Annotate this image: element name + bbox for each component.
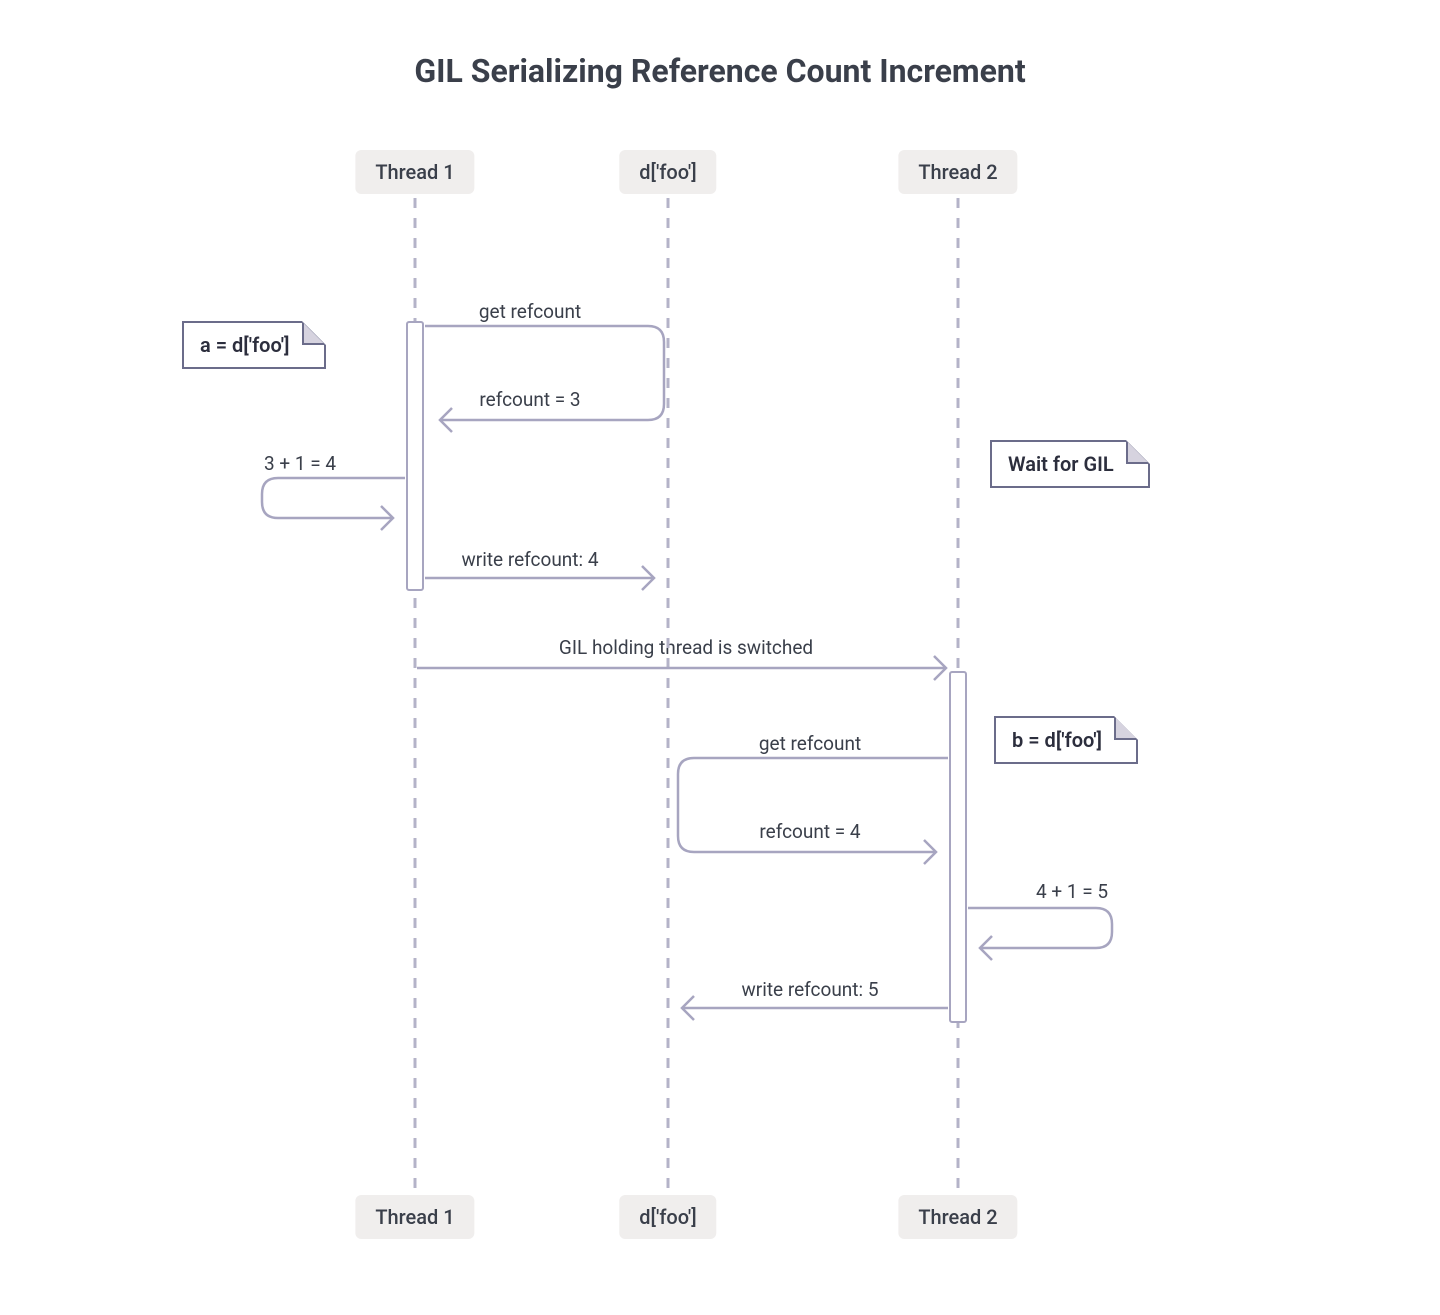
arrowhead-gil-switch bbox=[934, 656, 946, 680]
note-a-assign: a = d['foo'] bbox=[182, 321, 326, 369]
lane-dfoo-bottom: d['foo'] bbox=[619, 1195, 716, 1239]
label-get-refcount-1: get refcount bbox=[479, 300, 581, 323]
arrowhead-write-5 bbox=[682, 996, 694, 1020]
label-write-refcount-4: write refcount: 4 bbox=[461, 548, 598, 571]
label-calc-1: 3 + 1 = 4 bbox=[264, 452, 336, 475]
lane-thread2-bottom: Thread 2 bbox=[898, 1195, 1017, 1239]
lane-thread1-top: Thread 1 bbox=[355, 150, 474, 194]
arrow-calc-1 bbox=[262, 478, 405, 518]
arrow-calc-2 bbox=[968, 908, 1112, 948]
lane-dfoo-top: d['foo'] bbox=[619, 150, 716, 194]
label-refcount-eq-4: refcount = 4 bbox=[759, 820, 860, 843]
lane-thread2-top: Thread 2 bbox=[898, 150, 1017, 194]
arrowhead-refcount-3 bbox=[440, 408, 452, 432]
note-a-assign-text: a = d['foo'] bbox=[200, 333, 290, 357]
activation-thread1 bbox=[407, 322, 423, 590]
lane-thread1-bottom: Thread 1 bbox=[355, 1195, 474, 1239]
arrowhead-calc-2 bbox=[980, 936, 992, 960]
label-calc-2: 4 + 1 = 5 bbox=[1036, 880, 1108, 903]
note-wait-for-gil: Wait for GIL bbox=[990, 440, 1150, 488]
arrowhead-refcount-4 bbox=[924, 840, 936, 864]
label-get-refcount-2: get refcount bbox=[759, 732, 861, 755]
label-write-refcount-5: write refcount: 5 bbox=[741, 978, 878, 1001]
arrowhead-calc-1 bbox=[381, 506, 393, 530]
label-refcount-eq-3: refcount = 3 bbox=[479, 388, 580, 411]
arrowhead-write-4 bbox=[642, 566, 654, 590]
note-wait-for-gil-text: Wait for GIL bbox=[1008, 452, 1114, 476]
note-b-assign: b = d['foo'] bbox=[994, 716, 1138, 764]
note-b-assign-text: b = d['foo'] bbox=[1012, 728, 1102, 752]
label-gil-switch: GIL holding thread is switched bbox=[559, 636, 813, 659]
diagram-title: GIL Serializing Reference Count Incremen… bbox=[0, 52, 1440, 90]
activation-thread2 bbox=[950, 672, 966, 1022]
